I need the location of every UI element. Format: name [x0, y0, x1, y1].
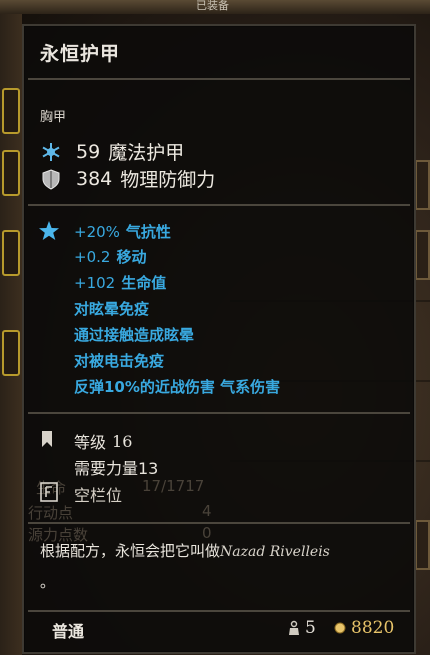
divider — [28, 412, 410, 414]
coin-icon — [334, 622, 346, 634]
bonus-vitality: +102 生命值 — [74, 274, 167, 292]
bonus-movement: +0.2 移动 — [74, 248, 147, 266]
magic-armor-value: 59 — [76, 140, 101, 163]
divider — [28, 78, 410, 80]
physical-armor-value: 384 — [76, 167, 113, 190]
physical-armor-icon — [40, 168, 62, 190]
equipment-slot[interactable] — [2, 330, 20, 376]
physical-armor-stat: 384 物理防御力 — [40, 165, 215, 192]
background-vitality-value: 17/1717 — [142, 477, 205, 495]
magic-armor-icon — [40, 141, 62, 163]
bonus-reflect-damage: 反弹10%的近战伤害 气系伤害 — [74, 378, 281, 396]
item-title: 永恒护甲 — [40, 43, 121, 65]
magic-armor-stat: 59 魔法护甲 — [40, 138, 184, 165]
item-category: 胸甲 — [40, 110, 67, 125]
divider — [28, 522, 410, 524]
equipped-tab-label[interactable]: 已装备 — [196, 0, 229, 13]
magic-armor-label: 魔法护甲 — [108, 142, 185, 164]
bonus-shock-immunity: 对被电击免疫 — [74, 352, 165, 370]
physical-armor-label: 物理防御力 — [120, 169, 216, 191]
weight-icon — [289, 620, 299, 635]
bookmark-icon — [40, 430, 60, 452]
item-requirement: 需要力量13 — [74, 459, 159, 478]
inventory-slot[interactable] — [415, 160, 430, 210]
weight-value: 5 — [288, 618, 316, 638]
bonus-stun-on-touch: 通过接触造成眩晕 — [74, 326, 195, 344]
divider — [28, 204, 410, 206]
tooltip-header: 永恒护甲 — [24, 26, 414, 78]
item-tooltip: 永恒护甲 胸甲 59 魔法护甲 384 物理防御力 +20% 气抗性 +0.2 … — [22, 24, 416, 654]
equipment-slot[interactable] — [2, 150, 20, 196]
gold-value: 8820 — [334, 618, 394, 638]
equipment-slot[interactable] — [2, 88, 20, 134]
equipped-header-bar: 已装备 — [0, 0, 430, 14]
item-level: 等级 16 — [40, 429, 132, 453]
rarity-label: 普通 — [52, 622, 85, 641]
inventory-slot[interactable] — [415, 230, 430, 280]
equipment-slot[interactable] — [2, 230, 20, 276]
inventory-slot[interactable] — [415, 520, 430, 570]
background-ap-value: 4 — [202, 502, 212, 520]
bonus-stun-immunity: 对眩晕免疫 — [74, 300, 150, 318]
bonus-star-icon — [39, 221, 59, 240]
background-ap-label: 行动点 — [28, 504, 74, 522]
bonus-air-resistance: +20% 气抗性 — [74, 223, 171, 241]
tooltip-footer: 普通 5 8820 — [24, 608, 414, 652]
item-description: 根据配方，永恒会把它叫做Nazad Rivelleis 。 — [40, 542, 330, 591]
